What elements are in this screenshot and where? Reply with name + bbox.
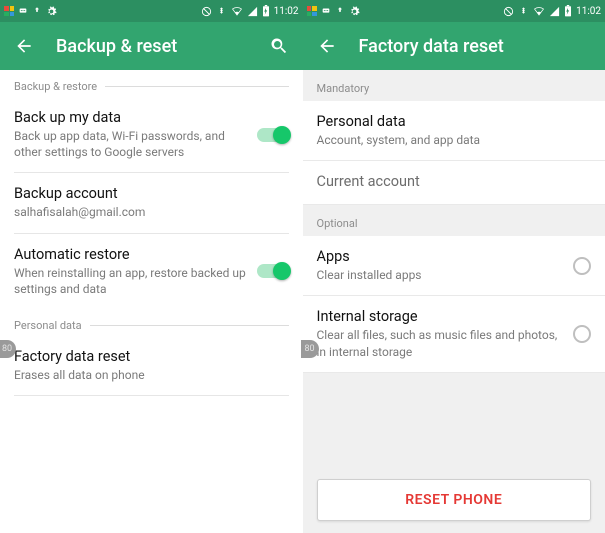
app-icon [307, 6, 317, 16]
apps-row[interactable]: Apps Clear installed apps [303, 236, 605, 296]
search-icon[interactable] [269, 36, 289, 56]
app-bar: Factory data reset [303, 22, 605, 70]
auto-restore-sub: When reinstalling an app, restore backed… [14, 265, 247, 297]
section-header-personal: Personal data [0, 309, 303, 336]
factory-reset-sub: Erases all data on phone [14, 367, 289, 383]
content-area: Backup & restore Back up my data Back up… [0, 70, 303, 533]
backup-account-title: Backup account [14, 185, 289, 202]
section-header-mandatory: Mandatory [303, 70, 605, 101]
no-sim-icon [201, 6, 212, 17]
storage-title: Internal storage [317, 308, 564, 325]
bbm-icon [18, 6, 28, 16]
apps-radio[interactable] [573, 257, 591, 275]
app-icon [4, 6, 14, 16]
factory-reset-row[interactable]: Factory data reset Erases all data on ph… [0, 336, 303, 395]
back-arrow-icon[interactable] [317, 36, 337, 56]
apps-title: Apps [317, 248, 564, 265]
storage-radio[interactable] [573, 325, 591, 343]
vibrate-icon [216, 6, 227, 17]
factory-reset-title: Factory data reset [14, 348, 289, 365]
current-account-title: Current account [317, 173, 592, 190]
backup-account-row[interactable]: Backup account salhafisalah@gmail.com [0, 173, 303, 232]
backup-data-title: Back up my data [14, 109, 247, 126]
upload-icon [335, 6, 345, 16]
personal-data-sub: Account, system, and app data [317, 132, 592, 148]
personal-data-row[interactable]: Personal data Account, system, and app d… [303, 101, 605, 161]
clock: 11:02 [576, 6, 601, 17]
status-bar: 11:02 [0, 0, 303, 22]
personal-data-title: Personal data [317, 113, 592, 130]
app-bar: Backup & reset [0, 22, 303, 70]
upload-icon [32, 6, 42, 16]
reset-phone-button[interactable]: RESET PHONE [317, 479, 592, 521]
wifi-icon [231, 5, 243, 17]
content-area: Mandatory Personal data Account, system,… [303, 70, 605, 533]
auto-restore-title: Automatic restore [14, 246, 247, 263]
clock: 11:02 [274, 6, 299, 17]
section-header-optional: Optional [303, 205, 605, 236]
current-account-row[interactable]: Current account [303, 161, 605, 205]
auto-restore-row[interactable]: Automatic restore When reinstalling an a… [0, 234, 303, 309]
watermark-badge: 80 [301, 340, 319, 358]
gear-icon [349, 6, 360, 17]
page-title: Factory data reset [359, 36, 592, 57]
apps-sub: Clear installed apps [317, 267, 564, 283]
no-sim-icon [503, 6, 514, 17]
status-bar: 11:02 [303, 0, 605, 22]
section-header-backup: Backup & restore [0, 70, 303, 97]
backup-data-toggle[interactable] [257, 128, 289, 142]
auto-restore-toggle[interactable] [257, 264, 289, 278]
signal-icon [247, 6, 258, 17]
wifi-icon [533, 5, 545, 17]
page-title: Backup & reset [56, 36, 247, 57]
bbm-icon [321, 6, 331, 16]
signal-icon [549, 6, 560, 17]
backup-account-sub: salhafisalah@gmail.com [14, 204, 289, 220]
storage-row[interactable]: Internal storage Clear all files, such a… [303, 296, 605, 372]
gear-icon [46, 6, 57, 17]
storage-sub: Clear all files, such as music files and… [317, 327, 564, 359]
back-arrow-icon[interactable] [14, 36, 34, 56]
vibrate-icon [518, 6, 529, 17]
backup-data-row[interactable]: Back up my data Back up app data, Wi-Fi … [0, 97, 303, 172]
backup-data-sub: Back up app data, Wi-Fi passwords, and o… [14, 128, 247, 160]
battery-icon [564, 5, 572, 17]
battery-icon [262, 5, 270, 17]
